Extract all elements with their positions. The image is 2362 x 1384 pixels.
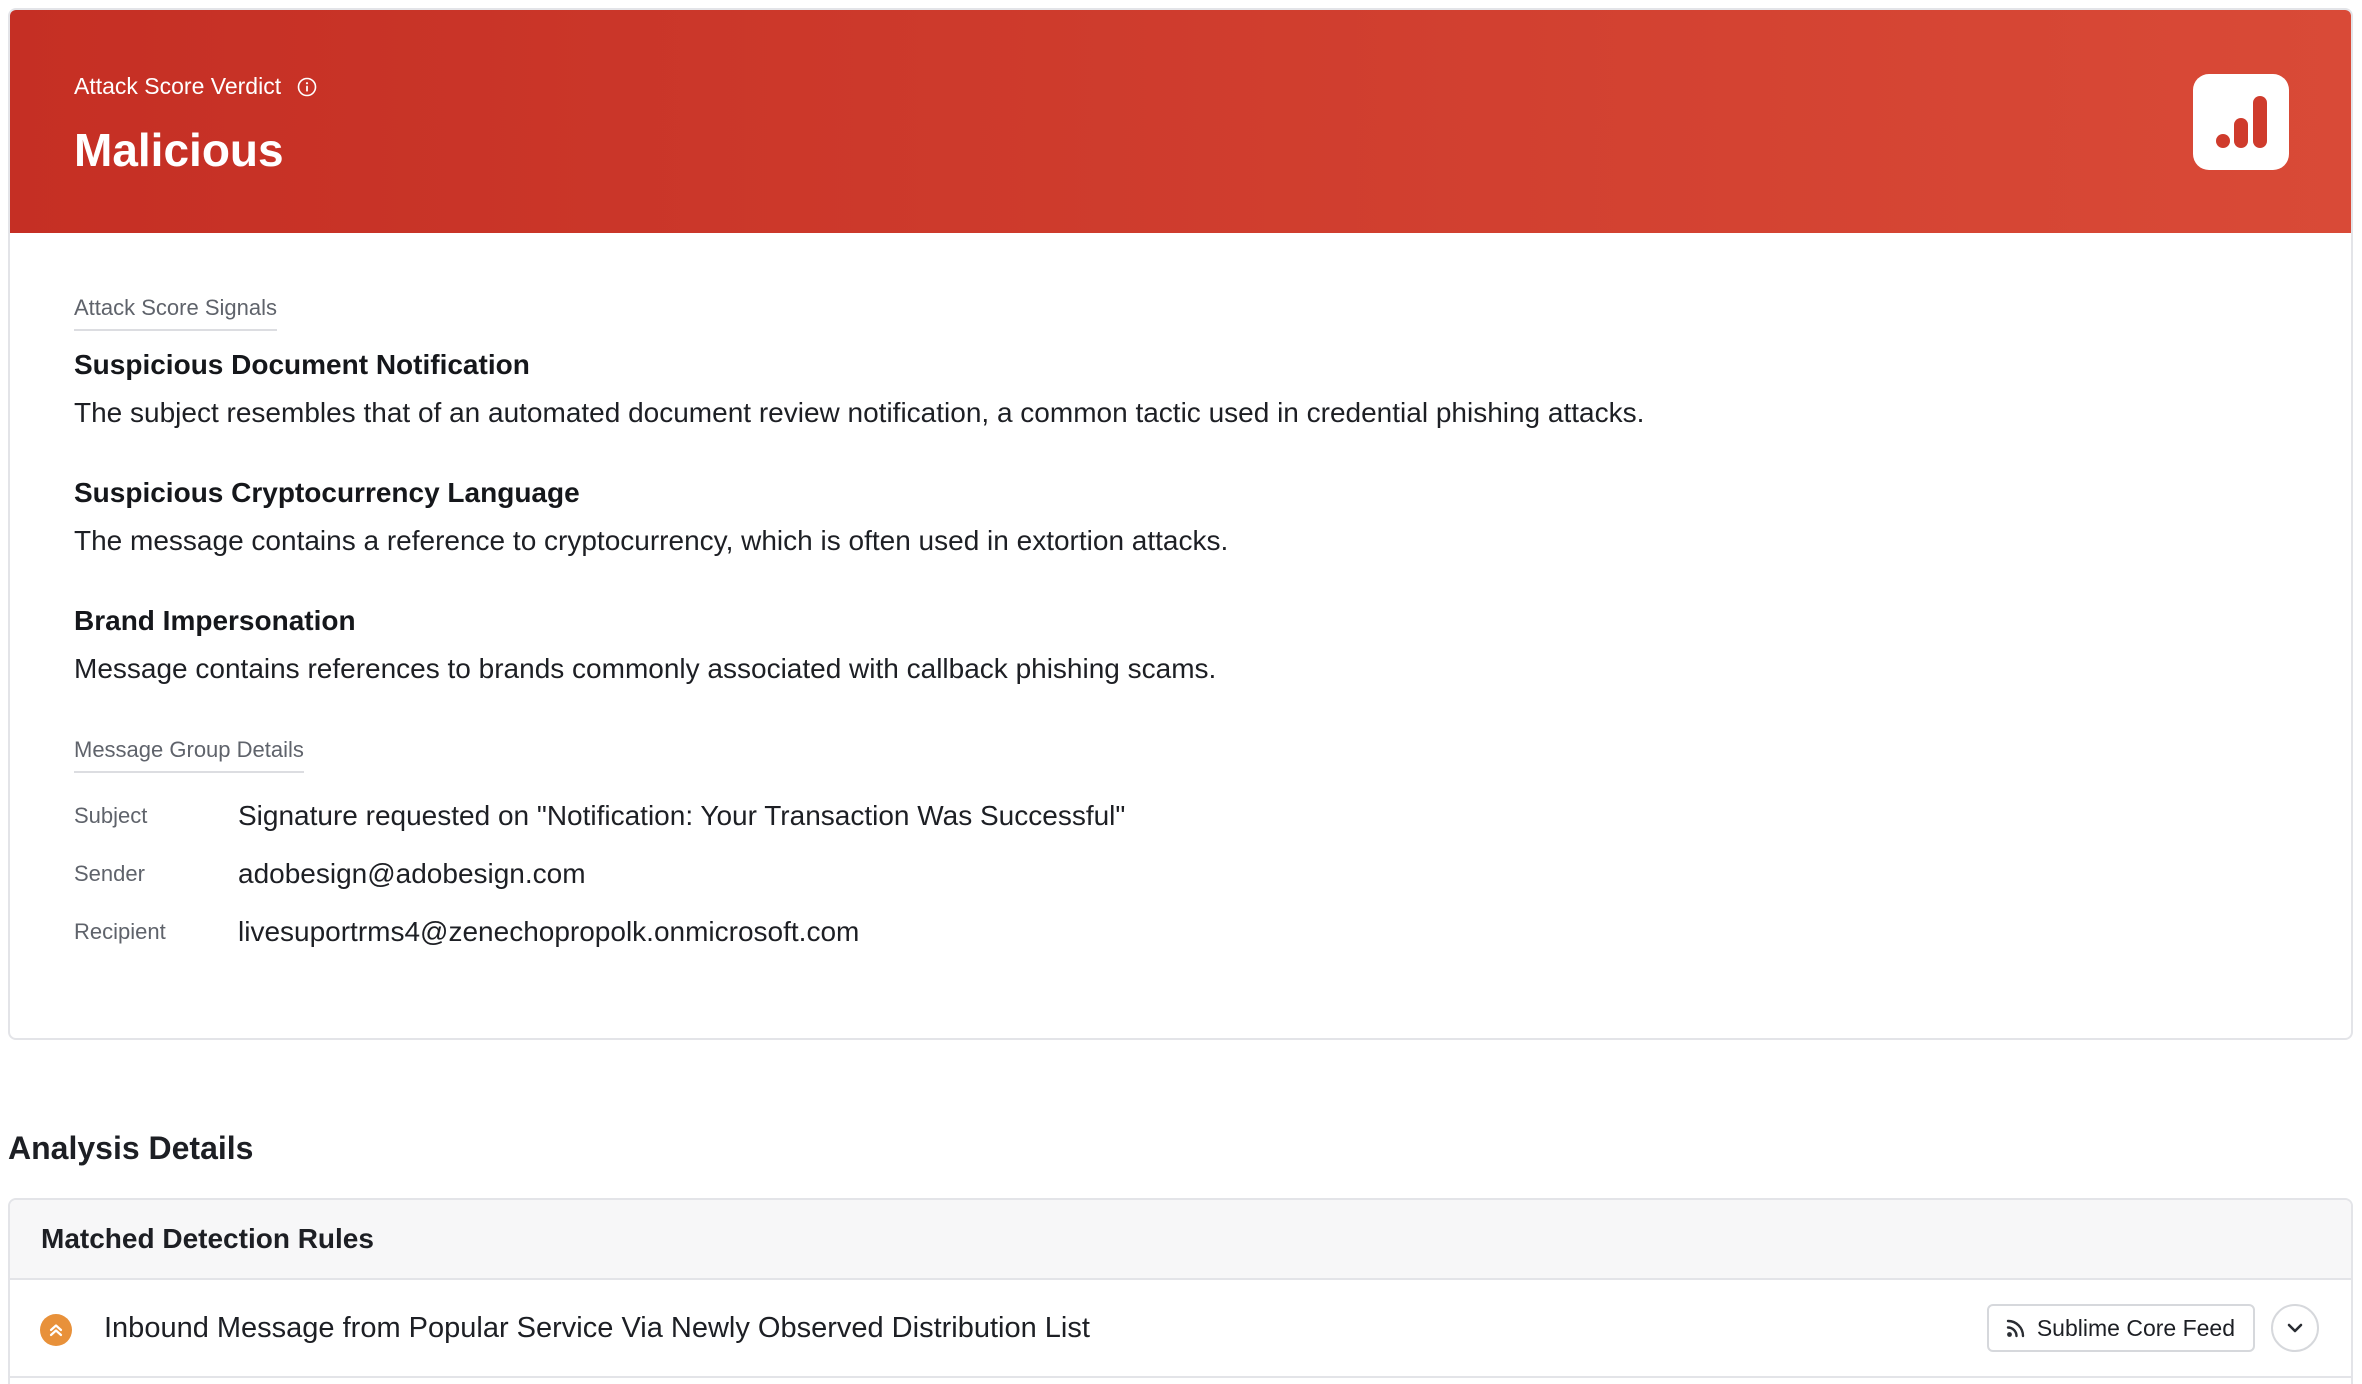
verdict-label: Attack Score Verdict: [74, 73, 282, 99]
matched-rules-header: Matched Detection Rules: [10, 1200, 2351, 1280]
message-group-section-label: Message Group Details: [74, 737, 304, 773]
sender-value: adobesign@adobesign.com: [238, 858, 586, 889]
sublime-core-feed-button[interactable]: Sublime Core Feed: [1986, 1304, 2255, 1352]
signals-list: Suspicious Document Notification The sub…: [74, 347, 2287, 687]
signal-description: Message contains references to brands co…: [74, 653, 1217, 684]
signal-item: Suspicious Document Notification The sub…: [74, 347, 2287, 431]
subject-value: Signature requested on "Notification: Yo…: [238, 800, 1126, 831]
verdict-body: Attack Score Signals Suspicious Document…: [10, 233, 2351, 961]
verdict-label-row: Attack Score Verdict: [74, 72, 317, 100]
page: Attack Score Verdict Malicious Attack Sc…: [0, 0, 2362, 1384]
rss-icon: [2005, 1317, 2027, 1339]
info-icon[interactable]: [297, 77, 317, 97]
detail-key: Sender: [74, 861, 145, 886]
message-group-details: Subject Signature requested on "Notifica…: [74, 787, 2287, 961]
verdict-value: Malicious: [74, 124, 284, 176]
detail-row-subject: Subject Signature requested on "Notifica…: [74, 787, 2287, 845]
chevron-down-icon: [2287, 1323, 2303, 1333]
expand-rule-button[interactable]: [2271, 1304, 2319, 1352]
signal-item: Suspicious Cryptocurrency Language The m…: [74, 475, 2287, 559]
chevrons-up-icon: [40, 1314, 72, 1346]
detail-key: Recipient: [74, 919, 166, 944]
matched-rules-panel: Matched Detection Rules Inbound Message …: [8, 1198, 2353, 1384]
signal-title: Brand Impersonation: [74, 605, 356, 636]
detail-key: Subject: [74, 803, 148, 828]
signal-title: Suspicious Cryptocurrency Language: [74, 477, 580, 508]
signal-description: The subject resembles that of an automat…: [74, 397, 1645, 428]
feed-label: Sublime Core Feed: [2036, 1314, 2235, 1341]
signal-title: Suspicious Document Notification: [74, 349, 530, 380]
detail-row-recipient: Recipient livesuportrms4@zenechopropolk.…: [74, 903, 2287, 961]
rule-row[interactable]: Inbound Message from Popular Service Via…: [10, 1280, 2351, 1378]
bar-chart-icon: [2216, 96, 2267, 148]
verdict-badge: [2193, 74, 2289, 170]
analysis-details-title: Analysis Details: [8, 1130, 254, 1166]
signal-item: Brand Impersonation Message contains ref…: [74, 603, 2287, 687]
detail-row-sender: Sender adobesign@adobesign.com: [74, 845, 2287, 903]
signal-description: The message contains a reference to cryp…: [74, 525, 1229, 556]
rule-name[interactable]: Inbound Message from Popular Service Via…: [104, 1310, 1090, 1346]
verdict-card: Attack Score Verdict Malicious Attack Sc…: [8, 8, 2353, 1040]
verdict-header: Attack Score Verdict Malicious: [10, 10, 2351, 233]
recipient-value: livesuportrms4@zenechopropolk.onmicrosof…: [238, 916, 860, 947]
signals-section-label: Attack Score Signals: [74, 295, 277, 331]
